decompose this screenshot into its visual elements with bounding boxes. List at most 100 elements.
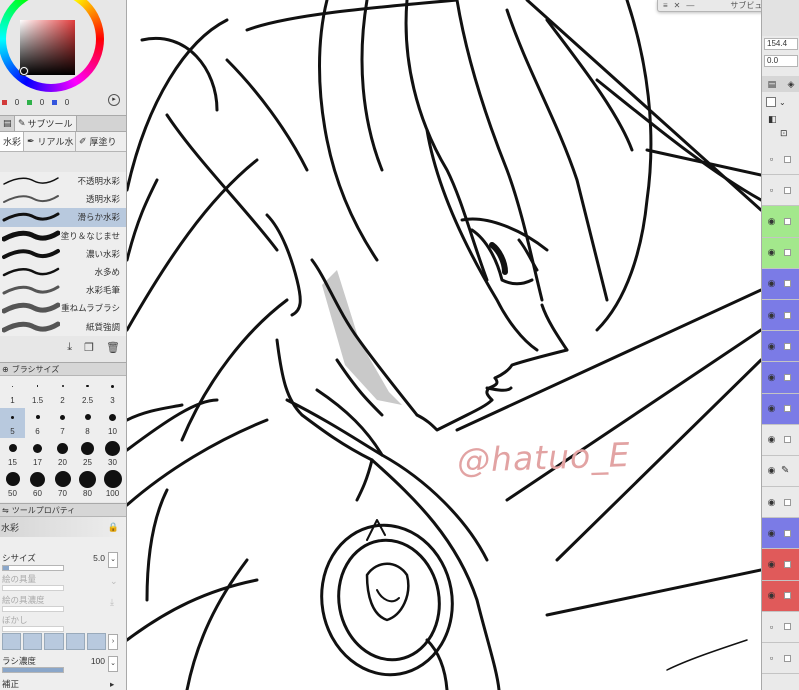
brush-size-option[interactable]: 15 bbox=[0, 439, 25, 469]
brush-density-spinner[interactable]: ⌄ bbox=[108, 656, 118, 672]
saturation-value-square[interactable] bbox=[20, 20, 75, 75]
paint-density-icon[interactable]: ⤓ bbox=[110, 597, 114, 608]
eye-icon[interactable]: ◉ bbox=[762, 216, 781, 227]
red-value[interactable]: 0 bbox=[10, 98, 24, 107]
layer-lock-box[interactable] bbox=[784, 280, 791, 288]
lock-icon[interactable]: 🔒 bbox=[108, 522, 119, 533]
layer-row[interactable]: ◉ bbox=[762, 425, 799, 456]
brush-item[interactable]: 水多め bbox=[0, 262, 126, 282]
texture-next-button[interactable]: › bbox=[108, 634, 118, 650]
brush-size-option[interactable]: 5 bbox=[0, 408, 25, 438]
eye-icon[interactable]: ◉ bbox=[762, 590, 781, 601]
brush-item[interactable]: 濃い水彩 bbox=[0, 244, 126, 263]
texture-swatch[interactable] bbox=[23, 633, 43, 650]
download-icon[interactable]: ⤓ bbox=[67, 341, 72, 354]
panel-menu-icon[interactable]: ▤ bbox=[768, 79, 777, 90]
layer-lock-box[interactable] bbox=[784, 405, 791, 413]
layer-lock-box[interactable] bbox=[784, 561, 791, 569]
layer-lock-box[interactable] bbox=[784, 311, 791, 319]
brush-size-option[interactable]: 80 bbox=[75, 470, 100, 500]
layer-row[interactable]: ▫ bbox=[762, 144, 799, 176]
brush-size-prop-value[interactable]: 5.0 bbox=[93, 553, 105, 563]
eye-icon[interactable]: ◉ bbox=[762, 247, 781, 258]
correction-menu-icon[interactable]: ▸ bbox=[110, 679, 114, 690]
brush-size-option[interactable]: 100 bbox=[100, 470, 125, 500]
drawing-canvas[interactable]: @hatuo_E ≡ ✕ — サブビュー bbox=[127, 0, 761, 690]
brush-size-option[interactable]: 70 bbox=[50, 470, 75, 500]
brush-item[interactable]: 透明水彩 bbox=[0, 190, 126, 209]
eye-icon[interactable]: ◉ bbox=[762, 559, 781, 570]
blue-value[interactable]: 0 bbox=[60, 98, 74, 107]
group-thick-paint[interactable]: ✐ 厚塗り bbox=[76, 132, 126, 151]
brush-size-option[interactable]: 30 bbox=[100, 439, 125, 469]
eye-icon[interactable]: ◉ bbox=[762, 341, 781, 352]
layer-lock-box[interactable] bbox=[784, 155, 791, 163]
brush-size-option[interactable]: 25 bbox=[75, 439, 100, 469]
brush-size-option[interactable]: 1.5 bbox=[25, 377, 50, 407]
layer-lock-box[interactable] bbox=[784, 623, 791, 631]
subview-menu-icon[interactable]: ≡ bbox=[663, 1, 668, 10]
green-value[interactable]: 0 bbox=[35, 98, 49, 107]
brush-size-slider[interactable] bbox=[2, 565, 64, 571]
brush-size-option[interactable]: 60 bbox=[25, 470, 50, 500]
layer-row[interactable]: ◉ bbox=[762, 331, 799, 363]
eye-icon[interactable]: ◉ bbox=[762, 465, 781, 476]
layer-row[interactable]: ◉ bbox=[762, 362, 799, 394]
layer-lock-box[interactable] bbox=[784, 342, 791, 350]
brush-item[interactable]: 重ねムラブラシ bbox=[0, 299, 126, 318]
layer-color-swatch[interactable] bbox=[766, 97, 776, 107]
trash-icon[interactable]: 🗑 bbox=[106, 341, 120, 354]
layer-mask-icon[interactable]: ◧ bbox=[768, 112, 799, 126]
hidden-eye-icon[interactable]: ▫ bbox=[762, 622, 781, 632]
brush-size-option[interactable]: 8 bbox=[75, 408, 100, 438]
tab-other[interactable] bbox=[77, 116, 126, 131]
brush-item[interactable]: 不透明水彩 bbox=[0, 172, 126, 191]
layer-row[interactable]: ◉ bbox=[762, 206, 799, 238]
eye-icon[interactable]: ◉ bbox=[762, 278, 781, 289]
brush-size-option[interactable]: 2.5 bbox=[75, 377, 100, 407]
brush-size-option[interactable]: 20 bbox=[50, 439, 75, 469]
texture-swatch[interactable] bbox=[44, 633, 64, 650]
texture-swatch[interactable] bbox=[2, 633, 22, 650]
layer-lock-box[interactable] bbox=[784, 186, 791, 194]
layer-lock-box[interactable] bbox=[784, 373, 791, 381]
color-picker-marker[interactable] bbox=[20, 67, 28, 75]
layers-icon[interactable]: ◈ bbox=[787, 79, 794, 90]
duplicate-icon[interactable]: ❐ bbox=[84, 341, 94, 354]
layer-row[interactable]: ◉ bbox=[762, 549, 799, 581]
paint-amount-slider[interactable] bbox=[2, 585, 64, 591]
group-watercolor[interactable]: 水彩 bbox=[0, 132, 24, 151]
brush-item[interactable]: 滑らか水彩 bbox=[0, 208, 126, 227]
brush-size-option[interactable]: 17 bbox=[25, 439, 50, 469]
brush-item[interactable]: 水彩毛筆 bbox=[0, 281, 126, 300]
brush-size-option[interactable]: 3 bbox=[100, 377, 125, 407]
paint-amount-link-icon[interactable]: ⌄ bbox=[110, 576, 118, 587]
layer-lock-box[interactable] bbox=[784, 249, 791, 257]
texture-swatch[interactable] bbox=[65, 633, 85, 650]
layer-lock-box[interactable] bbox=[784, 498, 791, 506]
texture-selector[interactable] bbox=[0, 633, 108, 650]
brush-size-option[interactable]: 1 bbox=[0, 377, 25, 407]
layer-lock-box[interactable] bbox=[784, 217, 791, 225]
subview-titlebar[interactable]: ≡ ✕ — サブビュー bbox=[657, 0, 761, 12]
layer-lock-box[interactable] bbox=[784, 592, 791, 600]
brush-density-slider[interactable] bbox=[2, 667, 64, 673]
brush-item[interactable]: 紙質強調 bbox=[0, 317, 126, 336]
layer-row[interactable]: ▫ bbox=[762, 612, 799, 643]
brush-size-option[interactable]: 7 bbox=[50, 408, 75, 438]
tab-subtool[interactable]: ✎ サブツール bbox=[15, 116, 76, 131]
eye-icon[interactable]: ◉ bbox=[762, 310, 781, 321]
layer-row[interactable]: ◉ ✎ bbox=[762, 456, 799, 488]
eye-icon[interactable]: ◉ bbox=[762, 497, 781, 508]
subview-close-icon[interactable]: ✕ bbox=[674, 1, 681, 10]
hidden-eye-icon[interactable]: ▫ bbox=[762, 185, 781, 195]
brush-size-spinner[interactable]: ⌄ bbox=[108, 552, 118, 568]
layer-lock-box[interactable] bbox=[784, 436, 791, 444]
texture-swatch[interactable] bbox=[86, 633, 107, 650]
brush-size-option[interactable]: 50 bbox=[0, 470, 25, 500]
layer-row[interactable]: ◉ bbox=[762, 518, 799, 550]
layer-row[interactable]: ◉ bbox=[762, 237, 799, 269]
brush-size-option[interactable]: 10 bbox=[100, 408, 125, 438]
eye-icon[interactable]: ◉ bbox=[762, 528, 781, 539]
hidden-eye-icon[interactable]: ▫ bbox=[762, 154, 781, 164]
